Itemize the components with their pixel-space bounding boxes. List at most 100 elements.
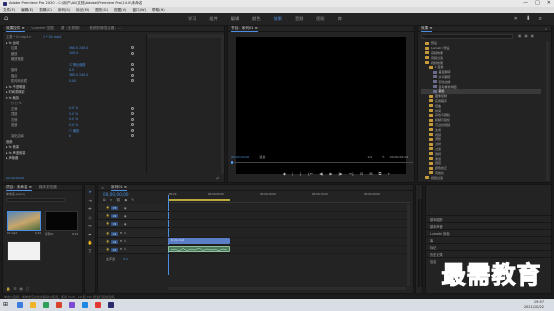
extract-button[interactable]: ⊟ bbox=[369, 171, 372, 176]
workspace-tab-libraries[interactable]: 库 bbox=[338, 16, 342, 22]
folder-icon[interactable] bbox=[30, 302, 36, 308]
track-id-badge[interactable]: V1 bbox=[111, 221, 118, 226]
go-to-out-button[interactable]: →} bbox=[349, 171, 355, 176]
solo-track-button[interactable]: S bbox=[124, 248, 126, 251]
timeline-timecode[interactable]: 00;00;00;00 bbox=[103, 192, 129, 197]
linked-selection-icon[interactable]: ⛓ bbox=[116, 198, 120, 202]
pen-tool-icon[interactable]: ✒ bbox=[88, 232, 91, 237]
search-icon[interactable]: ⌕ bbox=[539, 15, 542, 23]
hand-tool-icon[interactable]: ✋ bbox=[88, 240, 93, 245]
system-clock[interactable]: 19:57 2021/10/22 bbox=[524, 300, 544, 309]
tab-source[interactable]: 源（无剪辑） bbox=[61, 26, 83, 31]
32bit-effects-icon[interactable]: ▣ bbox=[524, 34, 527, 38]
add-marker-button[interactable]: ◆ bbox=[283, 171, 286, 176]
windows-start-icon[interactable]: ⊞ bbox=[3, 302, 9, 308]
toggle-track-output-icon[interactable]: ◉ bbox=[124, 206, 126, 210]
mark-in-button[interactable]: | bbox=[292, 171, 293, 176]
browser-icon[interactable] bbox=[56, 302, 62, 308]
settings-wrench-icon[interactable]: ✎ bbox=[382, 155, 385, 159]
keyframe-toggle-icon[interactable] bbox=[131, 106, 134, 110]
solo-track-button[interactable]: S bbox=[124, 240, 126, 243]
step-forward-button[interactable]: |▶ bbox=[338, 171, 342, 176]
audio-clip[interactable] bbox=[168, 246, 230, 252]
menu-edit[interactable]: 编辑(E) bbox=[21, 8, 33, 13]
maximize-button[interactable]: □ bbox=[535, 0, 540, 6]
menu-file[interactable]: 文件(F) bbox=[3, 8, 15, 13]
side-panel-header[interactable]: 基本图形 bbox=[426, 215, 553, 222]
mute-track-button[interactable]: M bbox=[120, 232, 122, 235]
type-tool-icon[interactable]: T bbox=[89, 249, 91, 254]
workspace-tab-assembly[interactable]: 组件 bbox=[209, 16, 217, 22]
keyframe-toggle-icon[interactable] bbox=[131, 128, 134, 132]
razor-tool-icon[interactable]: ◇ bbox=[88, 215, 91, 220]
nest-icon[interactable]: ⧉ bbox=[103, 198, 106, 202]
icon-view-icon[interactable]: ▦ bbox=[20, 287, 23, 291]
effects-search-input[interactable]: ⌕ bbox=[421, 34, 513, 39]
effect-property-value[interactable]: ☐ 缩放 bbox=[69, 128, 79, 133]
effect-property-value[interactable]: 360.0 240.0 bbox=[69, 73, 88, 77]
track-lane[interactable] bbox=[168, 220, 406, 228]
mute-track-button[interactable]: M bbox=[120, 240, 122, 243]
track-id-badge[interactable]: A1 bbox=[111, 231, 118, 236]
effect-property-value[interactable]: ☑ 等比缩放 bbox=[69, 62, 86, 67]
effect-property-value[interactable]: 360.0 240.0 bbox=[69, 46, 88, 50]
ppt-icon[interactable] bbox=[95, 302, 101, 308]
timeline-horizontal-scrollbar[interactable] bbox=[168, 287, 406, 290]
keyframe-toggle-icon[interactable] bbox=[131, 123, 134, 127]
effect-property-row[interactable]: ▸ 声像器 bbox=[3, 155, 143, 161]
track-header[interactable]: 🔒 V1 ◉ bbox=[98, 220, 166, 228]
menu-view[interactable]: 视图(V) bbox=[114, 8, 126, 13]
track-lane[interactable] bbox=[168, 230, 406, 238]
close-sequence-icon[interactable]: × bbox=[101, 186, 104, 190]
selection-tool-icon[interactable]: ➤ bbox=[88, 189, 91, 194]
keyframe-toggle-icon[interactable] bbox=[131, 46, 134, 50]
premiere-icon[interactable] bbox=[108, 302, 114, 308]
timeline-ruler[interactable]: :00;00 00;00;05;00 00;00;10;00 00;00;15;… bbox=[168, 193, 411, 203]
accelerated-effects-icon[interactable]: ▣ bbox=[518, 34, 521, 38]
button-editor-button[interactable]: + bbox=[387, 171, 390, 176]
track-header[interactable]: 🔒 A1 M S bbox=[98, 230, 166, 238]
effects-tree-item[interactable]: 视频过渡 bbox=[421, 175, 541, 180]
playhead-indicator[interactable] bbox=[231, 161, 233, 164]
new-item-icon[interactable]: ▢ bbox=[26, 287, 29, 291]
resolution-dropdown[interactable]: 1/2 bbox=[367, 155, 372, 159]
tab-media-browser[interactable]: 媒体浏览器 bbox=[39, 185, 57, 190]
effect-property-value[interactable]: 0.00 bbox=[69, 79, 76, 83]
keyframe-toggle-icon[interactable] bbox=[131, 112, 134, 116]
keyframe-toggle-icon[interactable] bbox=[131, 73, 134, 77]
project-item[interactable]: 01.mp4 6;24 bbox=[7, 232, 41, 235]
effect-property-value[interactable]: 0.0 % bbox=[69, 123, 78, 127]
keyframe-toggle-icon[interactable] bbox=[131, 68, 134, 72]
menu-help[interactable]: 帮助(H) bbox=[152, 8, 165, 13]
effect-controls-scrollbar[interactable] bbox=[221, 34, 224, 174]
keyframe-toggle-icon[interactable] bbox=[131, 51, 134, 55]
track-select-tool-icon[interactable]: ⇥ bbox=[88, 198, 91, 203]
project-search-input[interactable] bbox=[6, 198, 66, 202]
effect-property-value[interactable]: 0.0 bbox=[69, 68, 74, 72]
menu-window[interactable]: 窗口(W) bbox=[132, 8, 146, 13]
track-lock-icon[interactable]: 🔒 bbox=[106, 214, 109, 217]
menu-graphics[interactable]: 图形(G) bbox=[95, 8, 108, 13]
track-lock-icon[interactable]: 🔒 bbox=[106, 248, 109, 251]
go-to-in-button[interactable]: {← bbox=[308, 171, 314, 176]
workspace-tab-audio[interactable]: 音频 bbox=[295, 16, 303, 22]
menu-marker[interactable]: 标记(M) bbox=[76, 8, 89, 13]
video-clip[interactable]: fx 01.mp4 bbox=[168, 238, 230, 244]
track-header[interactable]: 🔒 A2 M S bbox=[98, 238, 166, 246]
yuv-effects-icon[interactable]: ▣ bbox=[531, 34, 534, 38]
tab-effect-controls[interactable]: 效果控件 ≡ bbox=[6, 26, 25, 32]
track-lock-icon[interactable]: 🔒 bbox=[106, 232, 109, 235]
edge-icon[interactable] bbox=[82, 302, 88, 308]
track-lock-icon[interactable]: 🔒 bbox=[106, 206, 109, 209]
close-button[interactable]: ✕ bbox=[547, 0, 551, 6]
minimize-button[interactable]: — bbox=[523, 0, 528, 6]
workspace-tab-learn[interactable]: 学习 bbox=[188, 16, 196, 22]
workspace-tab-graphics[interactable]: 图形 bbox=[316, 16, 324, 22]
tab-audio-clip-mixer[interactable]: 音频剪辑混合器：… bbox=[89, 26, 121, 31]
menu-clip[interactable]: 剪辑(C) bbox=[39, 8, 52, 13]
track-header[interactable]: 🔒 V3 ◉ bbox=[98, 204, 166, 212]
snap-icon[interactable]: ∩ bbox=[110, 198, 113, 202]
workspace-tab-effects[interactable]: 效果 bbox=[274, 16, 282, 22]
effect-property-value[interactable]: 0 bbox=[69, 134, 71, 138]
master-volume-value[interactable]: 0.0 bbox=[123, 257, 128, 261]
